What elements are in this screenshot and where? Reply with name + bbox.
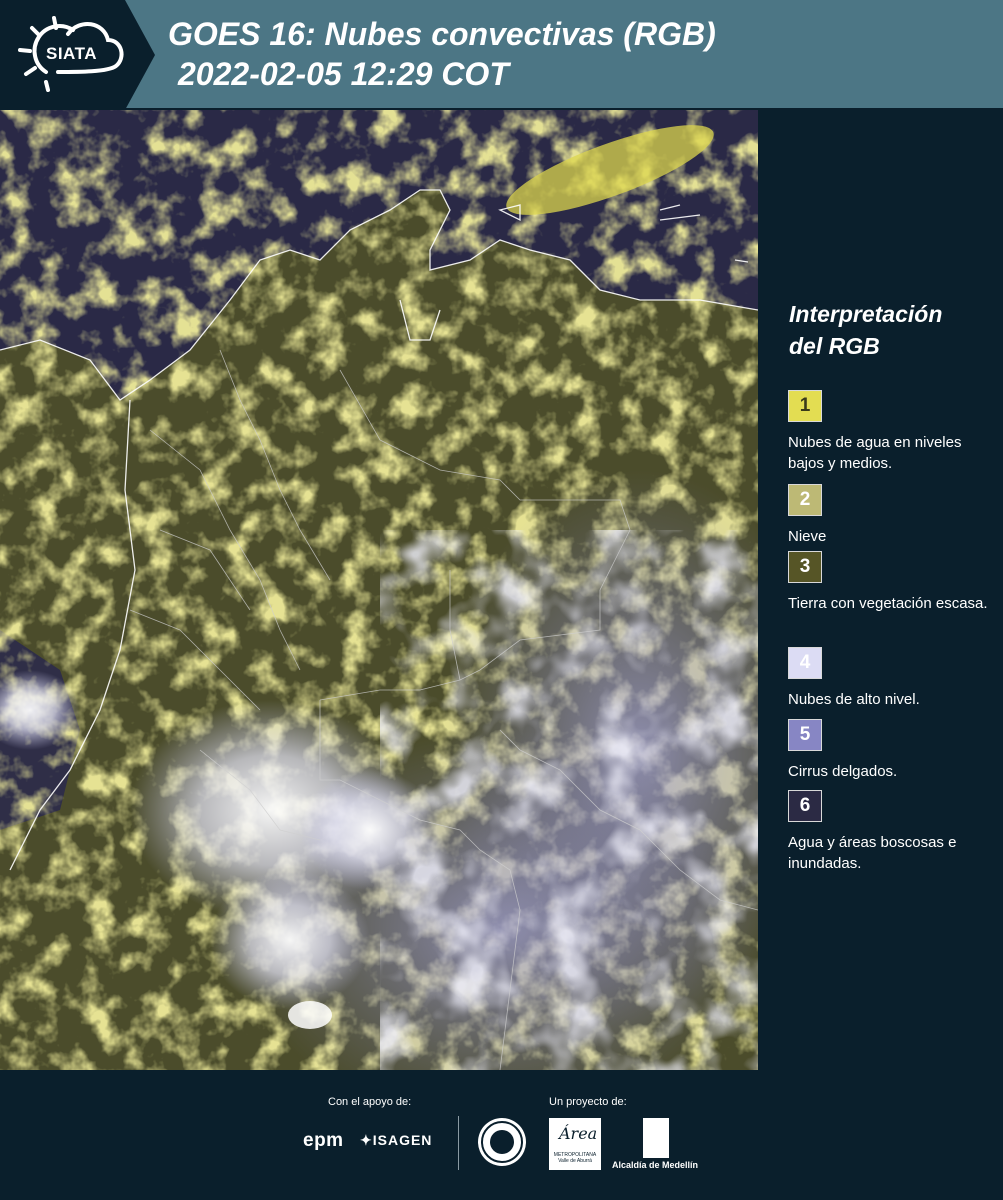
legend-label: Tierra con vegetación escasa. — [788, 595, 988, 612]
title-line2: 2022-02-05 12:29 COT — [178, 56, 509, 92]
satellite-image — [0, 110, 758, 1070]
title-line1: GOES 16: Nubes convectivas (RGB) — [168, 16, 716, 52]
legend-swatch: 2 — [788, 484, 822, 516]
medellin-seal-icon[interactable] — [478, 1118, 526, 1166]
siata-logo[interactable]: SIATA — [0, 0, 155, 110]
logo-text: SIATA — [46, 44, 97, 63]
legend-label: Nubes de agua en niveles bajos y medios. — [788, 434, 962, 472]
legend-item: 3 Tierra con vegetación escasa. — [788, 551, 998, 614]
alcaldia-shield-icon[interactable] — [643, 1118, 669, 1158]
epm-logo[interactable]: epm — [303, 1130, 344, 1152]
legend-swatch: 1 — [788, 390, 822, 422]
footer: Con el apoyo de: Un proyecto de: epm ✦IS… — [0, 1070, 1003, 1200]
area-metropolitana-logo[interactable]: Área METROPOLITANA Valle de Aburrá — [549, 1118, 601, 1170]
footer-divider — [458, 1116, 459, 1170]
project-label: Un proyecto de: — [549, 1096, 627, 1108]
area-sub: METROPOLITANA Valle de Aburrá — [553, 1152, 597, 1164]
area-word: Área — [559, 1124, 598, 1143]
legend-item: 4 Nubes de alto nivel. — [788, 647, 998, 710]
legend-item: 2 Nieve — [788, 484, 998, 547]
legend-swatch: 5 — [788, 719, 822, 751]
legend-label: Cirrus delgados. — [788, 763, 898, 780]
page-title: GOES 16: Nubes convectivas (RGB) 2022-02… — [168, 14, 716, 94]
legend-label: Nubes de alto nivel. — [788, 691, 920, 708]
isagen-icon: ✦ — [360, 1132, 373, 1148]
header: SIATA GOES 16: Nubes convectivas (RGB) 2… — [0, 0, 1003, 110]
legend-swatch: 6 — [788, 790, 822, 822]
isagen-text: ISAGEN — [372, 1132, 433, 1148]
legend-label: Agua y áreas boscosas e inundadas. — [788, 834, 957, 872]
legend-item: 5 Cirrus delgados. — [788, 719, 998, 782]
legend-label: Nieve — [788, 528, 827, 545]
satellite-map[interactable] — [0, 110, 758, 1070]
isagen-logo[interactable]: ✦ISAGEN — [360, 1132, 432, 1149]
legend-swatch: 3 — [788, 551, 822, 583]
legend-item: 1 Nubes de agua en niveles bajos y medios… — [788, 390, 998, 474]
rgb-legend: Interpretación del RGB 1 Nubes de agua en… — [775, 110, 1003, 1070]
legend-item: 6 Agua y áreas boscosas e inundadas. — [788, 790, 998, 874]
legend-title: Interpretación del RGB — [789, 298, 942, 362]
support-label: Con el apoyo de: — [328, 1096, 412, 1108]
legend-title-line2: del RGB — [789, 333, 880, 359]
legend-title-line1: Interpretación — [789, 301, 943, 327]
legend-swatch: 4 — [788, 647, 822, 679]
alcaldia-logo-text: Alcaldía de Medellín — [612, 1160, 699, 1170]
